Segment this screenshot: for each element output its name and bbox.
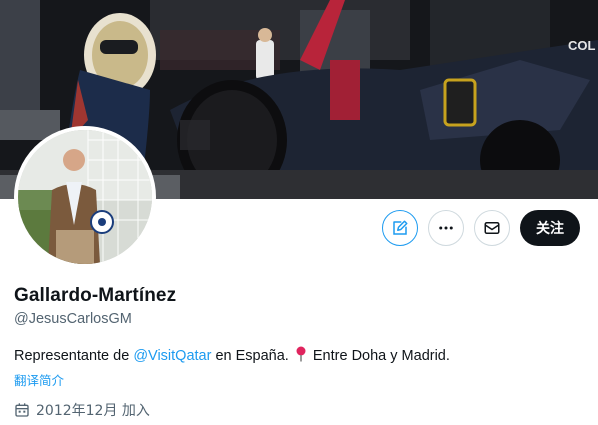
profile-avatar[interactable] — [14, 126, 156, 268]
bio-mention-link[interactable]: @VisitQatar — [133, 348, 211, 364]
user-handle: @JesusCarlosGM — [14, 311, 132, 327]
more-button[interactable] — [428, 210, 464, 246]
edit-icon — [393, 220, 408, 235]
bio-text-start: Representante de — [14, 348, 134, 364]
more-icon — [439, 226, 453, 230]
bio-text-end: Entre Doha y Madrid. — [308, 348, 450, 364]
message-icon — [484, 222, 500, 234]
edit-button[interactable] — [382, 210, 418, 246]
message-button[interactable] — [474, 210, 510, 246]
calendar-icon — [15, 403, 29, 417]
follow-button[interactable]: 关注 — [520, 210, 580, 246]
avatar-image — [18, 130, 152, 264]
display-name: Gallardo-Martínez — [14, 285, 177, 306]
profile-actions: 关注 — [382, 210, 580, 246]
joined-date: 2012年12月 加入 — [14, 400, 150, 420]
pin-icon — [296, 346, 306, 362]
profile-bio: Representante de @VisitQatar en España. … — [14, 346, 450, 364]
translate-bio-link[interactable]: 翻译简介 — [14, 370, 64, 389]
bio-text-middle: en España. — [211, 348, 293, 364]
joined-date-text: 2012年12月 加入 — [36, 403, 150, 419]
banner-sponsor-text: COL — [568, 38, 596, 53]
